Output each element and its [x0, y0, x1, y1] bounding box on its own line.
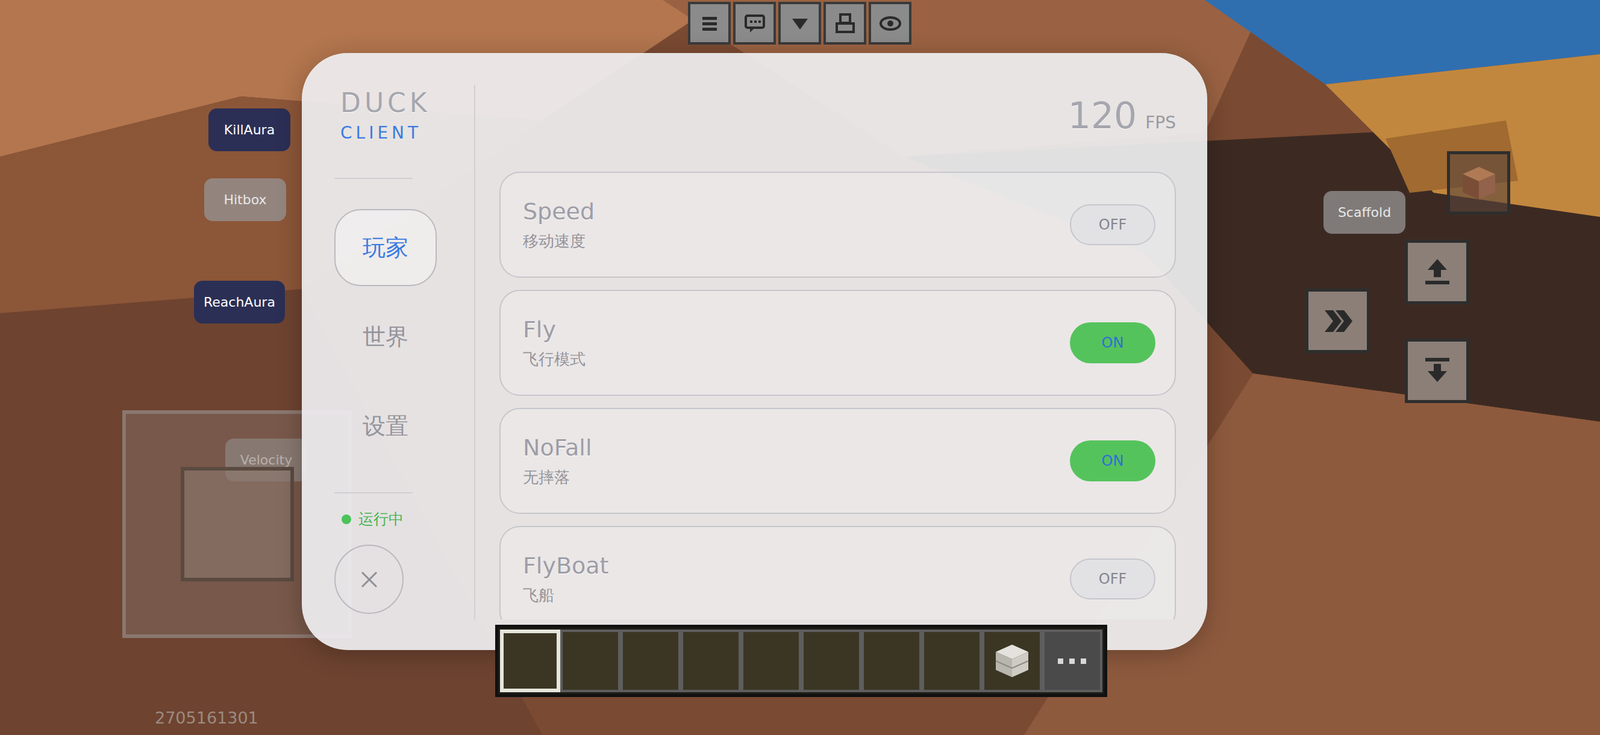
game-screen: KillAuraHitboxReachAuraVelocityScaffold2… — [0, 0, 1600, 735]
block-button[interactable] — [1446, 151, 1511, 215]
status-label: 运行中 — [358, 509, 404, 529]
chat-icon — [742, 11, 767, 36]
fps-unit: FPS — [1145, 112, 1176, 133]
content: 120FPSSpeed移动速度OFFFly飞行模式ONNoFall无摔落ONFl… — [475, 84, 1176, 620]
hotbar-slot[interactable] — [560, 629, 621, 693]
sidebar: DUCK CLIENT 玩家世界设置运行中 — [301, 84, 476, 620]
joystick-knob[interactable] — [180, 466, 294, 582]
module-text: FlyBoat 飞船 — [522, 552, 609, 607]
hotbar-slot[interactable] — [620, 629, 681, 693]
menu-button[interactable] — [687, 1, 731, 45]
hotbar-slot[interactable] — [500, 629, 561, 693]
module-toggle[interactable]: ON — [1069, 322, 1156, 364]
logo-name: DUCK — [340, 87, 431, 119]
nav-item[interactable]: 玩家 — [334, 209, 437, 287]
fps-counter: 120 FPS — [499, 84, 1176, 172]
module-description: 无摔落 — [522, 466, 592, 488]
dropdown-button[interactable] — [778, 1, 822, 45]
camera-button[interactable] — [868, 1, 912, 45]
eye-icon — [878, 11, 903, 36]
module-name: Fly — [522, 316, 586, 343]
status: 运行中 — [334, 509, 404, 529]
more-dots-icon — [1054, 654, 1091, 667]
module-description: 飞船 — [522, 584, 609, 607]
divider — [334, 492, 413, 494]
module-hud-button[interactable]: Hitbox — [204, 178, 287, 222]
status-dot — [341, 514, 352, 525]
emote-button[interactable] — [823, 1, 867, 45]
module-list: Speed 移动速度 OFF Fly 飞行模式 ON NoFall 无摔落 ON FlyBoat 飞… — [499, 171, 1176, 620]
chat-button[interactable] — [733, 1, 776, 45]
fps-value: 120 — [1068, 94, 1138, 137]
module-row: Fly 飞行模式 ON — [499, 289, 1176, 396]
hotbar-slot[interactable] — [861, 629, 922, 693]
module-description: 飞行模式 — [522, 348, 586, 370]
jump-button[interactable] — [1404, 239, 1470, 305]
module-hud-button[interactable]: ReachAura — [193, 280, 285, 324]
module-toggle[interactable]: OFF — [1069, 558, 1156, 600]
module-toggle[interactable]: ON — [1069, 440, 1156, 482]
module-text: Speed 移动速度 — [522, 198, 595, 252]
hotbar — [495, 624, 1108, 697]
inventory-button[interactable] — [1042, 629, 1103, 693]
module-text: Fly 飞行模式 — [522, 316, 586, 370]
module-text: NoFall 无摔落 — [522, 434, 592, 488]
block-icon — [1457, 162, 1500, 205]
player-id: 2705161301 — [154, 708, 259, 728]
module-row: Speed 移动速度 OFF — [499, 171, 1176, 278]
triangle-down-icon — [787, 11, 813, 36]
module-name: NoFall — [522, 434, 592, 461]
close-button[interactable] — [334, 544, 404, 614]
module-row: NoFall 无摔落 ON — [499, 407, 1176, 514]
client-panel: DUCKCLIENT玩家世界设置运行中120FPSSpeed移动速度OFFFly… — [301, 53, 1208, 650]
hotbar-slot[interactable] — [801, 629, 862, 693]
sprint-button[interactable] — [1305, 288, 1370, 354]
double-chevron-icon — [1318, 301, 1358, 341]
emote-icon — [833, 11, 858, 36]
sneak-down-icon — [1418, 351, 1457, 391]
jump-up-icon — [1418, 253, 1457, 292]
hotbar-slot[interactable] — [981, 629, 1043, 693]
nav-item[interactable]: 世界 — [334, 298, 437, 376]
hotbar-slot[interactable] — [680, 629, 741, 693]
module-description: 移动速度 — [522, 230, 595, 252]
module-hud-button[interactable]: KillAura — [208, 108, 291, 152]
module-row: FlyBoat 飞船 OFF — [499, 525, 1176, 620]
module-toggle[interactable]: OFF — [1069, 204, 1156, 246]
menu-icon — [697, 11, 722, 36]
module-name: FlyBoat — [522, 552, 609, 579]
divider — [334, 177, 413, 179]
module-hud-button[interactable]: Scaffold — [1323, 190, 1406, 234]
logo-subtitle: CLIENT — [340, 122, 431, 144]
client-logo: DUCK CLIENT — [334, 87, 431, 144]
hotbar-slot[interactable] — [740, 629, 802, 693]
module-name: Speed — [522, 198, 595, 225]
nav: 玩家世界设置 — [334, 209, 437, 465]
sneak-button[interactable] — [1404, 338, 1470, 404]
block-item-icon — [990, 639, 1034, 682]
hotbar-slot[interactable] — [921, 629, 982, 693]
nav-item[interactable]: 设置 — [334, 387, 437, 465]
close-icon — [357, 567, 382, 592]
top-toolbar — [687, 1, 912, 45]
